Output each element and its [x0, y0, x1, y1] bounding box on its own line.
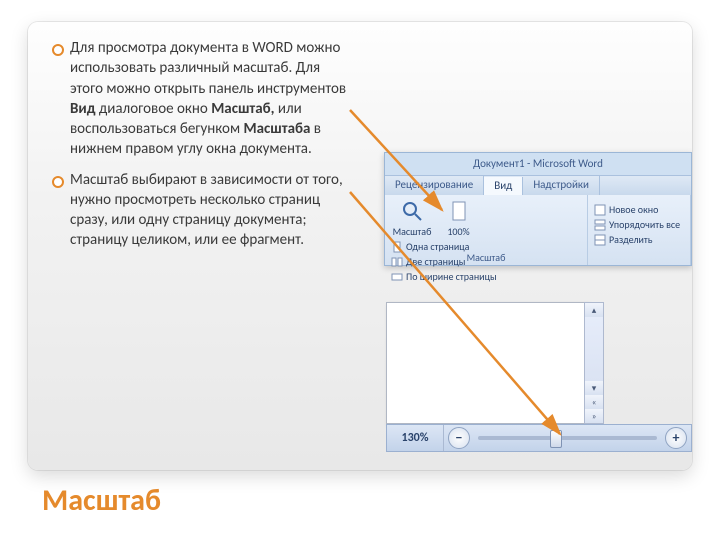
word-ribbon: Документ1 - Microsoft Word Рецензировани… [384, 152, 692, 266]
arrange-icon [594, 219, 606, 231]
bullet-text: Масштаб выбирают в зависимости от того, … [70, 171, 343, 250]
status-bar: 130% − + [386, 424, 692, 452]
split-icon [594, 234, 606, 246]
ribbon-body: Масштаб 100% Одна страница [385, 195, 691, 265]
split-option[interactable]: Разделить [594, 233, 680, 246]
zoom-100-label: 100% [447, 225, 469, 238]
tab-view[interactable]: Вид [484, 177, 523, 197]
zoom-in-button[interactable]: + [665, 427, 687, 449]
document-page [386, 302, 588, 424]
tab-review[interactable]: Рецензирование [385, 176, 484, 196]
slide-title: Масштаб [42, 482, 161, 519]
scroll-down-arrow[interactable]: ▾ [585, 381, 603, 395]
tab-addins[interactable]: Надстройки [523, 176, 600, 196]
zoom-value[interactable]: 130% [387, 425, 444, 451]
page-width-option[interactable]: По ширине страницы [391, 270, 497, 283]
bullet-item: Для просмотра документа в WORD можно исп… [48, 38, 348, 160]
bullet-item: Масштаб выбирают в зависимости от того, … [48, 170, 348, 251]
zoom-out-button[interactable]: − [448, 427, 470, 449]
zoom-button-label: Масштаб [393, 225, 432, 238]
page-width-label: По ширине страницы [406, 270, 497, 283]
prev-page-arrow[interactable]: « [585, 395, 603, 409]
new-window-label: Новое окно [609, 203, 658, 216]
vertical-scrollbar[interactable]: ▴ ▾ « » [584, 302, 604, 424]
arrange-all-label: Упорядочить все [609, 218, 680, 231]
zoom-slider[interactable] [478, 436, 657, 440]
page-width-icon [391, 271, 403, 283]
zoom-slider-thumb[interactable] [550, 430, 562, 448]
next-page-arrow[interactable]: » [585, 409, 603, 423]
split-label: Разделить [609, 233, 652, 246]
scroll-up-arrow[interactable]: ▴ [585, 303, 603, 317]
arrange-all-option[interactable]: Упорядочить все [594, 218, 680, 231]
magnifier-icon [400, 199, 424, 223]
bullet-list: Для просмотра документа в WORD можно исп… [48, 38, 348, 251]
new-window-option[interactable]: Новое окно [594, 203, 680, 216]
window-options-list: Новое окно Упорядочить все Разделить [594, 203, 680, 246]
ribbon-group-window: Новое окно Упорядочить все Разделить [588, 195, 691, 265]
slide: Для просмотра документа в WORD можно исп… [0, 0, 720, 540]
content-frame: Для просмотра документа в WORD можно исп… [28, 22, 692, 470]
zoom-group-label: Масштаб [385, 251, 587, 264]
text-column: Для просмотра документа в WORD можно исп… [48, 38, 348, 261]
zoom-button[interactable]: Масштаб [391, 199, 433, 238]
page-icon [447, 199, 471, 223]
window-title: Документ1 - Microsoft Word [385, 157, 691, 170]
zoom-100-button[interactable]: 100% [438, 199, 480, 238]
ribbon-group-zoom: Масштаб 100% Одна страница [385, 195, 588, 265]
new-window-icon [594, 204, 606, 216]
bullet-text: Для просмотра документа в WORD можно исп… [70, 39, 346, 158]
document-corner: ▴ ▾ « » 130% − + [386, 302, 692, 452]
ribbon-tabs: Рецензирование Вид Надстройки [385, 175, 691, 197]
